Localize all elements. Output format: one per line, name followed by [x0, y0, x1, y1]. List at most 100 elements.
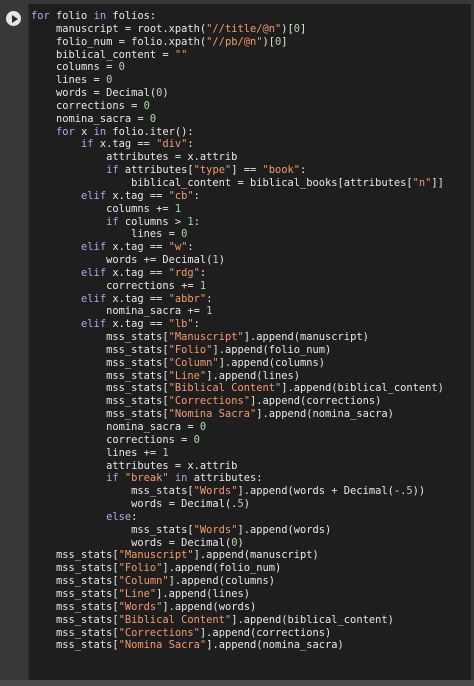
- code-text: biblical_content =: [31, 48, 175, 61]
- code-line: biblical_content = biblical_books[attrib…: [31, 177, 444, 190]
- code-text: :: [300, 164, 307, 177]
- code-string: "//pb/@n": [206, 35, 263, 48]
- cell-gutter: [0, 0, 28, 680]
- code-text: ] ==: [231, 164, 263, 177]
- code-text: ].append(words): [162, 600, 257, 613]
- code-string: "Words": [193, 523, 238, 536]
- code-line: attributes = x.attrib: [31, 151, 444, 164]
- code-text: words = Decimal(.: [31, 498, 238, 511]
- code-line: nomina_sacra = 0: [31, 421, 444, 434]
- code-line: if "break" in attributes:: [31, 472, 444, 485]
- code-text: )[: [262, 35, 275, 48]
- code-string: "break": [124, 472, 169, 485]
- code-string: "Biblical Content": [168, 382, 282, 395]
- code-line: elif x.tag == "w":: [31, 241, 444, 254]
- code-text: folios:: [106, 10, 157, 22]
- code-line: mss_stats["Line"].append(lines): [31, 588, 444, 601]
- code-line: manuscript = root.xpath("//title/@n")[0]: [31, 23, 444, 36]
- code-line: elif x.tag == "abbr":: [31, 293, 444, 306]
- code-text: lines =: [31, 74, 107, 87]
- code-line: mss_stats["Line"].append(lines): [31, 370, 444, 383]
- code-number: 0: [181, 228, 188, 241]
- code-text: mss_stats[: [31, 395, 169, 408]
- code-string: "Column": [168, 356, 219, 369]
- code-text: columns +=: [31, 202, 175, 215]
- code-text: ].append(columns): [168, 575, 275, 588]
- code-text: ].append(manuscript): [193, 549, 319, 562]
- code-string: "Biblical Content": [118, 613, 232, 626]
- code-line: biblical_content = "": [31, 49, 444, 62]
- code-text: x: [74, 125, 94, 138]
- code-text: attributes = x.attrib: [31, 459, 238, 472]
- code-text: ].append(folio_num): [162, 562, 282, 575]
- code-text: mss_stats[: [31, 587, 119, 600]
- code-line: columns += 1: [31, 203, 444, 216]
- code-line: mss_stats["Manuscript"].append(manuscrip…: [31, 331, 444, 344]
- code-text: mss_stats[: [31, 408, 169, 421]
- code-text: :: [187, 241, 194, 254]
- code-text: ]: [300, 22, 307, 35]
- code-text: columns =: [31, 61, 119, 74]
- code-text: ].append(words + Decimal(-.: [237, 485, 407, 498]
- code-text: x.tag ==: [106, 318, 169, 331]
- code-text: mss_stats[: [31, 356, 169, 369]
- code-string: "Corrections": [118, 626, 200, 639]
- code-line: elif x.tag == "cb":: [31, 190, 444, 203]
- code-text: ): [243, 498, 250, 511]
- code-line: elif x.tag == "lb":: [31, 318, 444, 331]
- code-line: words = Decimal(0): [31, 537, 444, 550]
- code-string: "Words": [193, 485, 238, 498]
- code-line: mss_stats["Words"].append(words + Decima…: [31, 485, 444, 498]
- code-line: mss_stats["Nomina Sacra"].append(nomina_…: [31, 639, 444, 652]
- code-line: lines += 1: [31, 447, 444, 460]
- code-string: "Column": [118, 575, 169, 588]
- code-text: words += Decimal(: [31, 254, 213, 267]
- code-text: ].append(lines): [156, 587, 250, 600]
- code-keyword: in: [174, 472, 188, 485]
- code-string: "cb": [168, 189, 194, 202]
- code-text: corrections +=: [31, 279, 200, 292]
- code-line: mss_stats["Biblical Content"].append(bib…: [31, 382, 444, 395]
- code-keyword: in: [93, 125, 107, 138]
- code-line: words = Decimal(0): [31, 87, 444, 100]
- code-line: attributes = x.attrib: [31, 460, 444, 473]
- code-text: ].append(biblical_content): [231, 613, 394, 626]
- code-text: ].append(biblical_content): [281, 382, 444, 395]
- code-text: nomina_sacra +=: [31, 305, 207, 318]
- code-line: mss_stats["Nomina Sacra"].append(nomina_…: [31, 408, 444, 421]
- code-string: "Line": [168, 369, 207, 382]
- code-line: for folio in folios:: [31, 10, 444, 23]
- code-text: ].append(nomina_sacra): [206, 639, 344, 652]
- code-line: mss_stats["Words"].append(words): [31, 524, 444, 537]
- code-text: )): [412, 485, 426, 498]
- code-string: "Corrections": [168, 395, 250, 408]
- code-text: :: [131, 510, 138, 523]
- code-text: mss_stats[: [31, 369, 169, 382]
- code-text: ].append(corrections): [249, 395, 382, 408]
- code-number: 1: [174, 202, 182, 215]
- code-line: mss_stats["Manuscript"].append(manuscrip…: [31, 549, 444, 562]
- code-line: if x.tag == "div":: [31, 138, 444, 151]
- code-text: :: [199, 266, 207, 279]
- code-text: mss_stats[: [31, 523, 194, 536]
- code-line: words = Decimal(.5): [31, 498, 444, 511]
- code-text: lines +=: [31, 446, 163, 459]
- code-editor[interactable]: for folio in folios: manuscript = root.x…: [28, 4, 471, 680]
- code-text: :: [193, 215, 200, 228]
- code-line: folio_num = folio.xpath("//pb/@n")[0]: [31, 36, 444, 49]
- code-line: nomina_sacra += 1: [31, 305, 444, 318]
- code-text: x.tag ==: [106, 292, 169, 305]
- code-text: words = Decimal(: [31, 536, 232, 549]
- run-cell-button[interactable]: [6, 11, 21, 26]
- code-text: mss_stats[: [31, 575, 119, 588]
- code-line: if attributes["type"] == "book":: [31, 164, 444, 177]
- cell-footer-bar: [0, 680, 474, 686]
